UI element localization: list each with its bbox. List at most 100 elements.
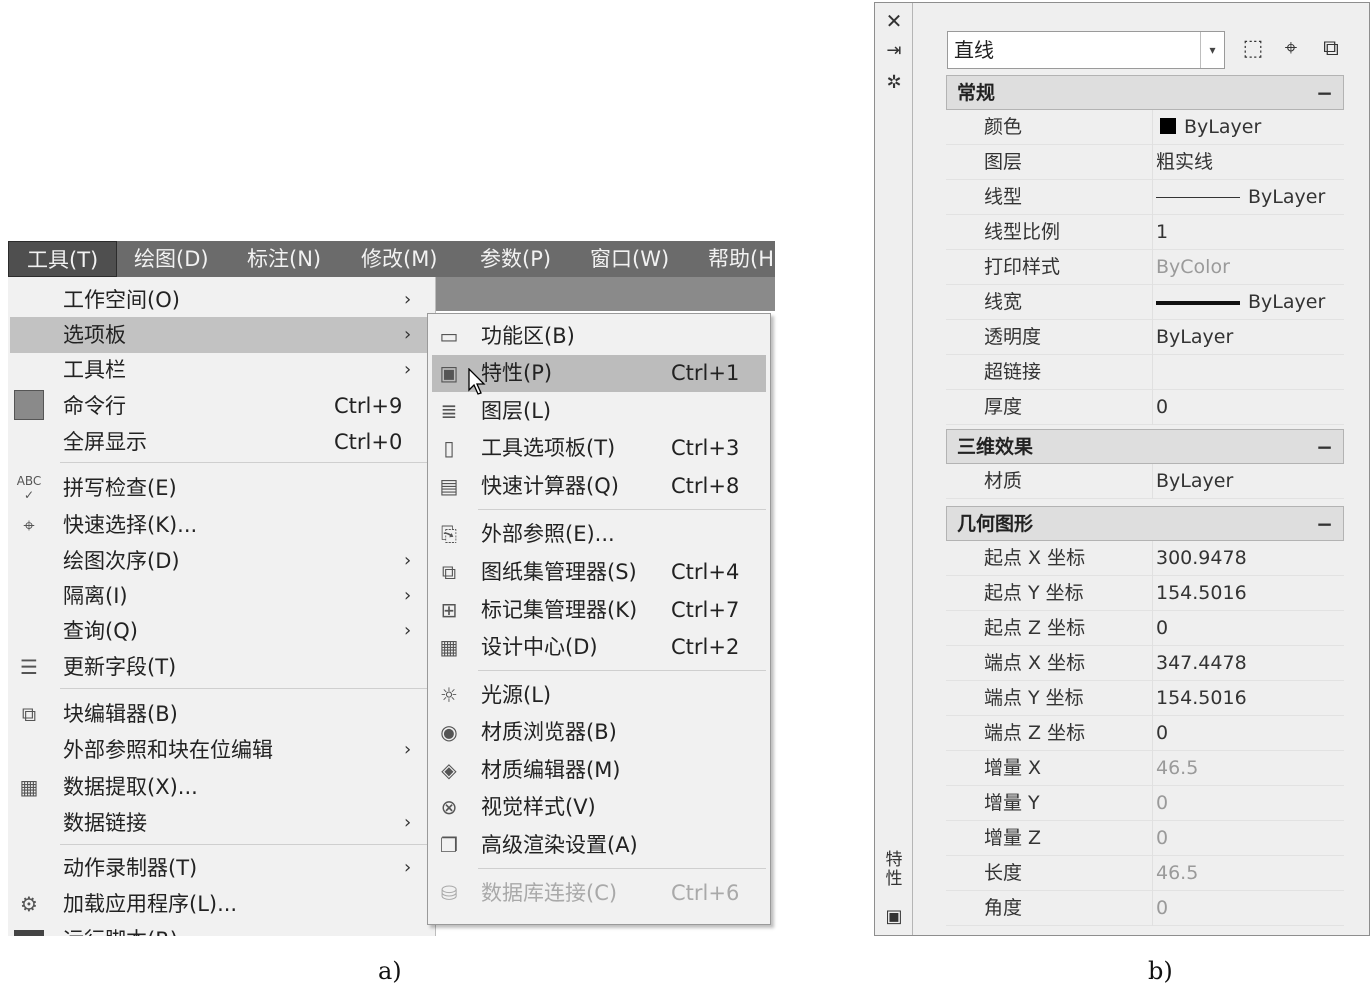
menu-item-command-line[interactable]: 命令行 Ctrl+9 [8,388,435,424]
property-row-start-x[interactable]: 起点 X 坐标 300.9478 [946,541,1344,576]
menu-item-block-editor[interactable]: ⧉ 块编辑器(B) [8,696,435,732]
property-row-linetype-scale[interactable]: 线型比例 1 [946,215,1344,250]
menu-item-label: 快速计算器(Q) [481,474,619,498]
property-value[interactable]: 347.4478 [1156,650,1247,676]
collapse-icon[interactable]: − [1316,511,1333,537]
menu-item-inquiry[interactable]: 查询(Q) › [8,613,435,649]
menu-item-data-extraction[interactable]: ▦ 数据提取(X)... [8,769,435,805]
collapse-icon[interactable]: − [1316,80,1333,106]
menu-item-visual-styles[interactable]: ⊗ 视觉样式(V) [428,789,770,826]
menu-item-dbconnect[interactable]: ⛁ 数据库连接(C) Ctrl+6 [428,875,770,912]
menu-parametric[interactable]: 参数(P) [480,241,551,277]
property-value[interactable]: ByLayer [1156,468,1233,494]
menu-item-xref-edit[interactable]: 外部参照和块在位编辑 › [8,732,435,768]
menu-item-toolbars[interactable]: 工具栏 › [8,352,435,388]
property-value[interactable]: 0 [1156,615,1168,641]
menu-item-palettes[interactable]: 选项板 › [10,317,432,353]
property-row-length[interactable]: 长度 46.5 [946,856,1344,891]
menu-help[interactable]: 帮助(H [708,241,774,277]
menu-tools[interactable]: 工具(T) [8,241,118,277]
menu-item-load-application[interactable]: ⚙ 加载应用程序(L)... [8,886,435,922]
quick-select-icon[interactable]: ⧉ [1315,33,1347,65]
menu-item-label: 数据链接 [63,811,147,835]
property-row-layer[interactable]: 图层 粗实线 [946,145,1344,180]
menu-item-label: 功能区(B) [481,324,575,348]
auto-hide-icon[interactable]: ⇥ [883,39,905,63]
property-value[interactable]: 154.5016 [1156,685,1247,711]
property-value[interactable]: ByLayer [1156,114,1261,140]
property-value[interactable]: 1 [1156,219,1168,245]
menu-item-tool-palettes[interactable]: ▯ 工具选项板(T) Ctrl+3 [428,430,770,467]
property-value[interactable]: 154.5016 [1156,580,1247,606]
property-row-material[interactable]: 材质 ByLayer [946,464,1344,499]
select-objects-icon[interactable]: ⌖ [1275,33,1307,65]
menu-item-xref[interactable]: ⎘ 外部参照(E)... [428,516,770,553]
property-row-color[interactable]: 颜色 ByLayer [946,110,1344,145]
collapse-icon[interactable]: − [1316,434,1333,460]
section-3d-visualization[interactable]: 三维效果 − [946,429,1344,464]
menu-item-quickcalc[interactable]: ▤ 快速计算器(Q) Ctrl+8 [428,468,770,505]
property-value[interactable]: 粗实线 [1156,149,1213,175]
menu-modify[interactable]: 修改(M) [361,241,438,277]
menu-dimension[interactable]: 标注(N) [247,241,321,277]
menu-item-ribbon[interactable]: ▭ 功能区(B) [428,318,770,355]
menu-item-clean-screen[interactable]: 全屏显示 Ctrl+0 [8,424,435,460]
menu-window[interactable]: 窗口(W) [590,241,669,277]
property-row-start-z[interactable]: 起点 Z 坐标 0 [946,611,1344,646]
property-row-hyperlink[interactable]: 超链接 [946,355,1344,390]
object-type-select[interactable]: 直线 ▾ [947,31,1225,69]
chevron-down-icon[interactable]: ▾ [1200,32,1224,68]
property-value[interactable]: 0 [1156,720,1168,746]
close-icon[interactable]: ✕ [883,9,905,33]
menu-item-update-fields[interactable]: ☰ 更新字段(T) [8,649,435,685]
menu-item-isolate[interactable]: 隔离(I) › [8,578,435,614]
menu-item-quick-select[interactable]: ⌖ 快速选择(K)... [8,507,435,543]
property-value[interactable]: ByLayer [1156,289,1325,315]
menu-item-materials-browser[interactable]: ◉ 材质浏览器(B) [428,714,770,751]
menu-item-label: 设计中心(D) [481,635,598,659]
property-row-linetype[interactable]: 线型 ByLayer [946,180,1344,215]
property-value[interactable]: ByLayer [1156,184,1325,210]
property-row-transparency[interactable]: 透明度 ByLayer [946,320,1344,355]
lights-icon: ☼ [440,683,458,707]
property-row-end-x[interactable]: 端点 X 坐标 347.4478 [946,646,1344,681]
object-type-value: 直线 [954,38,994,62]
section-geometry[interactable]: 几何图形 − [946,506,1344,541]
menu-item-draw-order[interactable]: 绘图次序(D) › [8,543,435,579]
property-row-start-y[interactable]: 起点 Y 坐标 154.5016 [946,576,1344,611]
menu-item-spelling[interactable]: ABC ✓ 拼写检查(E) [8,470,435,506]
menu-item-materials-editor[interactable]: ◈ 材质编辑器(M) [428,752,770,789]
property-value[interactable]: 0 [1156,394,1168,420]
property-row-angle[interactable]: 角度 0 [946,891,1344,926]
property-row-thickness[interactable]: 厚度 0 [946,390,1344,425]
menu-item-markup[interactable]: ⊞ 标记集管理器(K) Ctrl+7 [428,592,770,629]
properties-menu-icon[interactable]: ✲ [883,71,905,95]
property-row-delta-x[interactable]: 增量 X 46.5 [946,751,1344,786]
property-row-lineweight[interactable]: 线宽 ByLayer [946,285,1344,320]
property-row-delta-y[interactable]: 增量 Y 0 [946,786,1344,821]
toggle-pickadd-icon[interactable]: ⬚ [1237,33,1269,65]
menu-item-workspace[interactable]: 工作空间(O) › [8,282,435,318]
menu-draw[interactable]: 绘图(D) [134,241,209,277]
shortcut-label: Ctrl+0 [334,430,403,454]
property-value[interactable]: 300.9478 [1156,545,1247,571]
property-row-plot-style[interactable]: 打印样式 ByColor [946,250,1344,285]
property-row-end-z[interactable]: 端点 Z 坐标 0 [946,716,1344,751]
menu-item-run-script[interactable]: 运行脚本(R)... [8,922,435,936]
property-row-delta-z[interactable]: 增量 Z 0 [946,821,1344,856]
menu-item-sheet-set[interactable]: ⧉ 图纸集管理器(S) Ctrl+4 [428,554,770,591]
menu-item-layers[interactable]: ≣ 图层(L) [428,393,770,430]
menu-item-render-settings[interactable]: ❐ 高级渲染设置(A) [428,827,770,864]
menu-item-label: 工作空间(O) [63,288,180,312]
menu-item-action-recorder[interactable]: 动作录制器(T) › [8,850,435,886]
property-value: 0 [1156,897,1169,919]
section-general[interactable]: 常规 − [946,75,1344,110]
menu-item-lights[interactable]: ☼ 光源(L) [428,677,770,714]
menu-item-design-center[interactable]: ▦ 设计中心(D) Ctrl+2 [428,629,770,666]
property-row-end-y[interactable]: 端点 Y 坐标 154.5016 [946,681,1344,716]
caption-b: b) [1148,957,1173,985]
column-divider [1152,891,1153,926]
menu-item-label: 高级渲染设置(A) [481,833,638,857]
menu-item-data-links[interactable]: 数据链接 › [8,805,435,841]
property-value[interactable]: ByLayer [1156,324,1233,350]
